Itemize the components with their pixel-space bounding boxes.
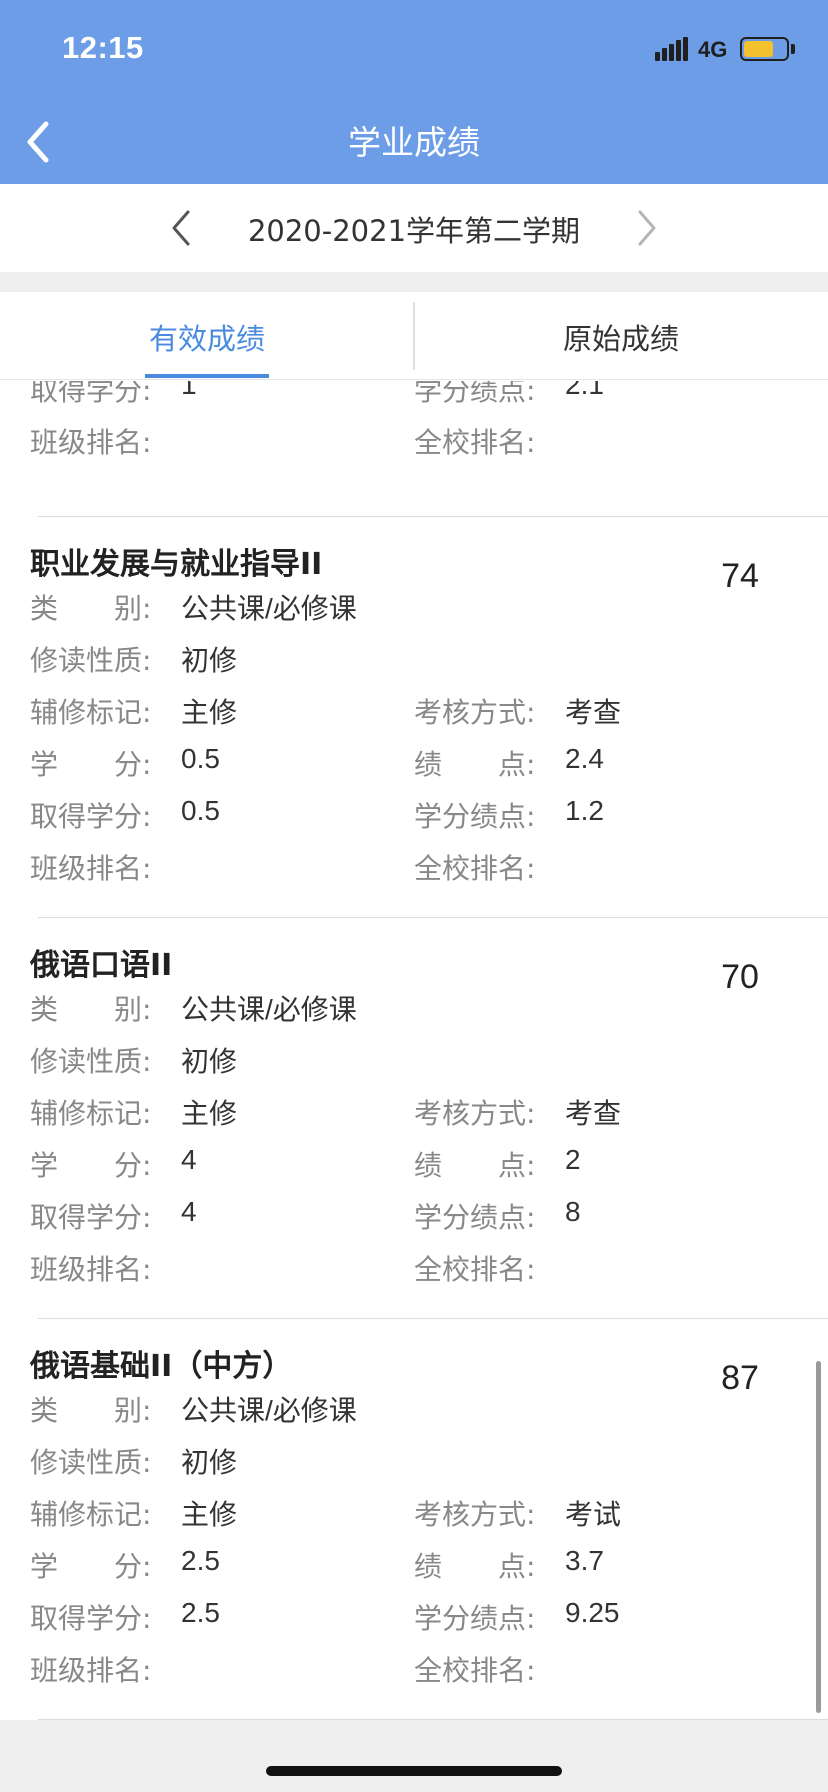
course-card[interactable]: 职业发展与就业指导II 74 类 别: 公共课/必修课 修读性质: 初修 辅修标… (0, 517, 828, 918)
next-term-button[interactable] (626, 206, 666, 250)
field-label: 学分绩点: (414, 381, 536, 407)
course-score: 74 (721, 557, 759, 595)
exam-type-value: 考试 (565, 1499, 622, 1530)
grade-list[interactable]: 学 分: 绩 点: 取得学分: 1 学分绩点: 2.1 班级排名: 全校排名: (0, 381, 828, 1720)
active-tab-indicator (145, 374, 269, 378)
course-score: 87 (721, 1359, 759, 1397)
course-name: 俄语基础II（中方） (30, 1349, 293, 1384)
chevron-right-icon (638, 210, 656, 246)
home-indicator[interactable] (266, 1766, 562, 1776)
field-label: 修读性质: (30, 1045, 152, 1078)
field-label: 取得学分: (30, 1602, 152, 1635)
credit-grade-point-value: 2.1 (565, 381, 604, 400)
field-label: 全校排名: (414, 1654, 536, 1687)
field-label: 班级排名: (30, 426, 152, 459)
page-title: 学业成绩 (348, 123, 480, 162)
field-label: 修读性质: (30, 1446, 152, 1479)
field-label: 全校排名: (414, 426, 536, 459)
battery-cap (791, 44, 795, 54)
term-label: 2020-2021学年第二学期 (247, 214, 581, 248)
earned-credit-value: 0.5 (181, 795, 220, 826)
credit-grade-point-value: 9.25 (565, 1597, 620, 1628)
course-card[interactable]: 俄语基础II（中方） 87 类 别: 公共课/必修课 修读性质: 初修 辅修标记… (0, 1319, 828, 1720)
field-label: 班级排名: (30, 1253, 152, 1286)
exam-type-value: 考查 (565, 1098, 622, 1129)
field-label: 取得学分: (30, 381, 152, 407)
course-name: 俄语口语II (30, 948, 173, 983)
exam-type-value: 考查 (565, 697, 622, 728)
field-label: 辅修标记: (30, 696, 152, 729)
field-label: 绩 点: (414, 748, 536, 781)
field-label: 学 分: (30, 1149, 152, 1182)
field-label: 学分绩点: (414, 800, 536, 833)
study-nature-value: 初修 (181, 645, 238, 676)
course-list: 职业发展与就业指导II 74 类 别: 公共课/必修课 修读性质: 初修 辅修标… (0, 517, 828, 1720)
battery-level-fill (744, 41, 773, 57)
course-name: 职业发展与就业指导II (30, 547, 323, 582)
tab-valid-grades[interactable]: 有效成绩 (0, 292, 414, 380)
term-selector: 2020-2021学年第二学期 (0, 184, 828, 272)
course-card: 学 分: 绩 点: 取得学分: 1 学分绩点: 2.1 班级排名: 全校排名: (0, 381, 828, 517)
grade-tabs: 有效成绩 原始成绩 (0, 292, 828, 380)
field-label: 绩 点: (414, 1550, 536, 1583)
minor-flag-value: 主修 (181, 1499, 238, 1530)
field-label: 类 别: (30, 1394, 152, 1427)
category-value: 公共课/必修课 (181, 994, 357, 1025)
field-label: 取得学分: (30, 1201, 152, 1234)
earned-credit-value: 2.5 (181, 1597, 220, 1628)
category-value: 公共课/必修课 (181, 593, 357, 624)
field-label: 考核方式: (414, 1498, 536, 1531)
field-label: 全校排名: (414, 852, 536, 885)
study-nature-value: 初修 (181, 1046, 238, 1077)
field-label: 学 分: (30, 748, 152, 781)
battery-icon (740, 37, 789, 61)
field-label: 考核方式: (414, 696, 536, 729)
credit-grade-point-value: 1.2 (565, 795, 604, 826)
field-label: 绩 点: (414, 1149, 536, 1182)
section-gap (0, 272, 828, 292)
field-label: 修读性质: (30, 644, 152, 677)
app-header: 12:15 4G 学业成绩 (0, 0, 828, 184)
field-label: 取得学分: (30, 800, 152, 833)
minor-flag-value: 主修 (181, 697, 238, 728)
signal-icon (655, 37, 689, 61)
field-label: 类 别: (30, 592, 152, 625)
earned-credit-value: 4 (181, 1196, 197, 1227)
credit-value: 4 (181, 1144, 197, 1175)
field-label: 学 分: (30, 1550, 152, 1583)
earned-credit-value: 1 (181, 381, 197, 400)
field-label: 班级排名: (30, 852, 152, 885)
status-time: 12:15 (62, 30, 144, 65)
grade-point-value: 2.4 (565, 743, 604, 774)
grade-point-value: 3.7 (565, 1545, 604, 1576)
field-label: 学分绩点: (414, 1602, 536, 1635)
field-label: 辅修标记: (30, 1097, 152, 1130)
field-label: 考核方式: (414, 1097, 536, 1130)
category-value: 公共课/必修课 (181, 1395, 357, 1426)
credit-value: 2.5 (181, 1545, 220, 1576)
credit-value: 0.5 (181, 743, 220, 774)
field-label: 类 别: (30, 993, 152, 1026)
course-card[interactable]: 俄语口语II 70 类 别: 公共课/必修课 修读性质: 初修 辅修标记: 主修… (0, 918, 828, 1319)
credit-grade-point-value: 8 (565, 1196, 581, 1227)
study-nature-value: 初修 (181, 1447, 238, 1478)
tab-original-grades[interactable]: 原始成绩 (414, 292, 828, 380)
bottom-area (0, 1720, 828, 1792)
field-label: 辅修标记: (30, 1498, 152, 1531)
course-score: 70 (721, 958, 759, 996)
field-label: 全校排名: (414, 1253, 536, 1286)
network-type: 4G (698, 37, 728, 62)
grade-point-value: 2 (565, 1144, 581, 1175)
field-label: 班级排名: (30, 1654, 152, 1687)
field-label: 学分绩点: (414, 1201, 536, 1234)
minor-flag-value: 主修 (181, 1098, 238, 1129)
scrollbar[interactable] (816, 1361, 821, 1713)
